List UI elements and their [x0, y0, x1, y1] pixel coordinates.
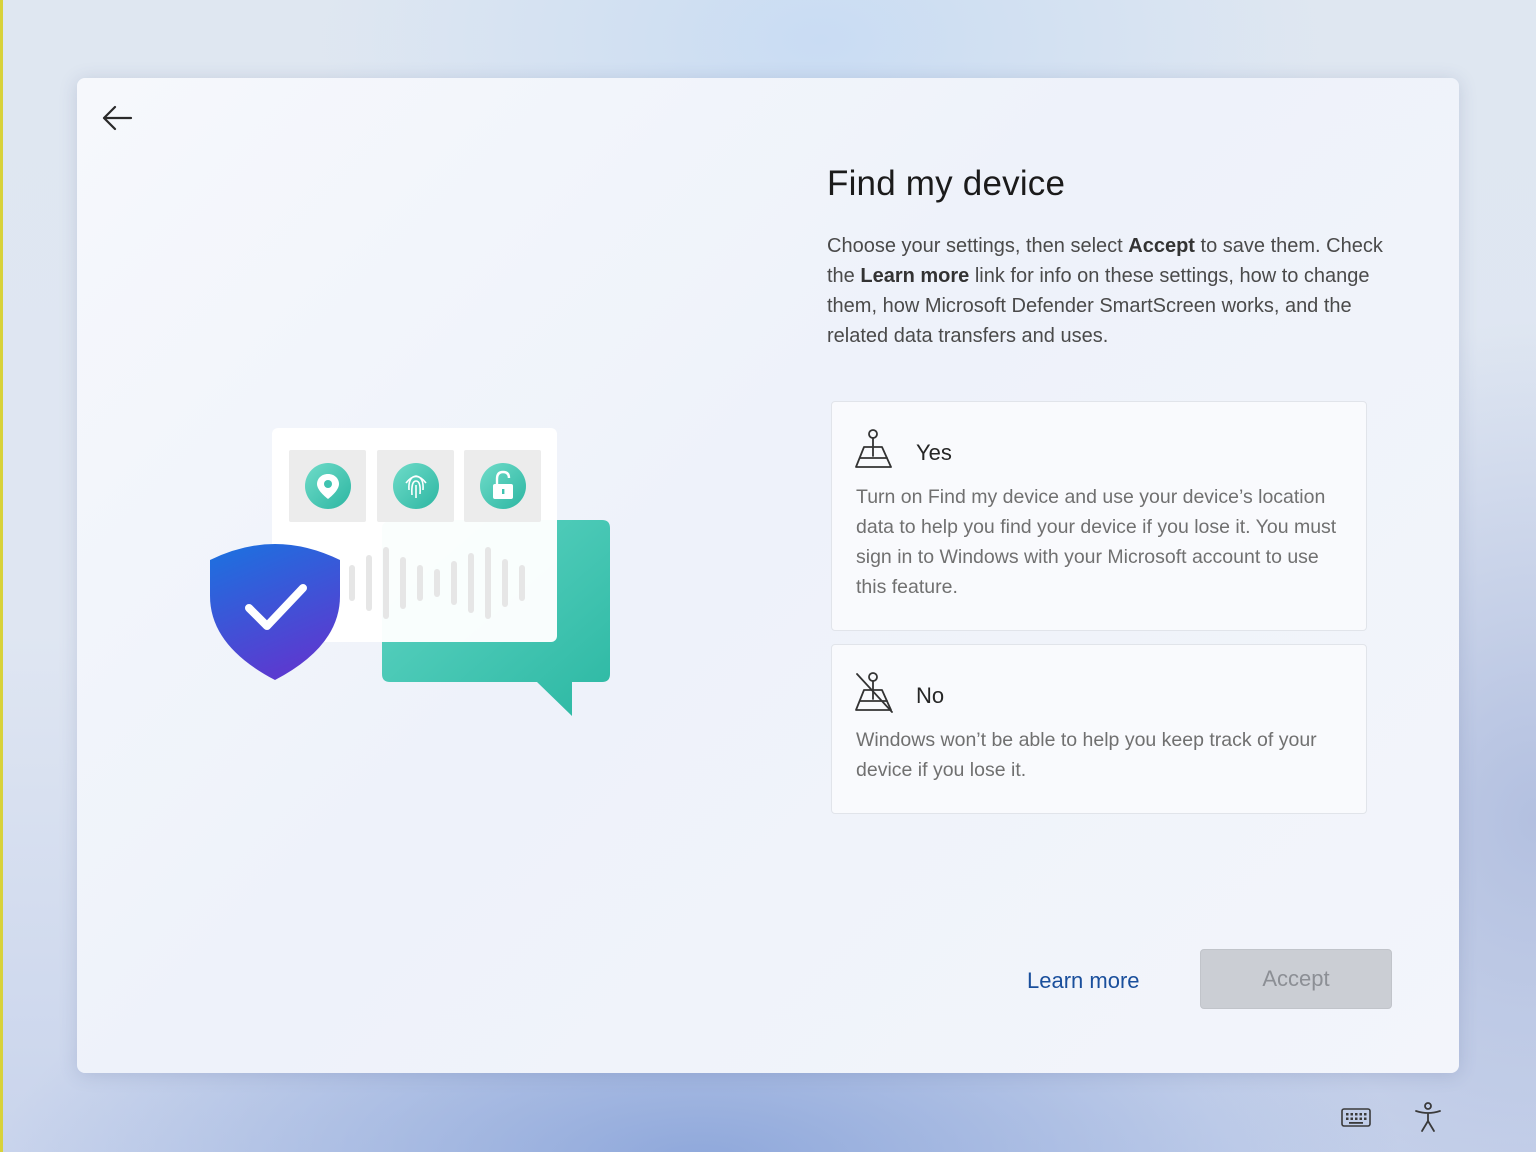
- back-arrow-icon: [102, 105, 133, 131]
- device-security-illustration: [210, 428, 610, 716]
- option-no-description: Windows won’t be able to help you keep t…: [856, 729, 1317, 781]
- accessibility-icon[interactable]: [1413, 1101, 1443, 1133]
- unlock-icon: [480, 463, 526, 509]
- page-title: Find my device: [827, 164, 1066, 203]
- page-description: Choose your settings, then select Accept…: [827, 235, 1383, 347]
- shield-check-icon: [210, 544, 340, 680]
- back-button[interactable]: [97, 100, 137, 136]
- option-yes-label: Yes: [916, 440, 952, 465]
- location-off-icon: [855, 672, 893, 713]
- setup-dialog: Find my device Choose your settings, the…: [77, 78, 1459, 1073]
- location-pin-icon: [855, 429, 892, 468]
- option-yes[interactable]: Yes Turn on Find my device and use your …: [831, 401, 1367, 631]
- option-no-label: No: [916, 683, 945, 708]
- window-edge: [0, 0, 3, 1152]
- option-no[interactable]: No Windows won’t be able to help you kee…: [831, 644, 1367, 814]
- learn-more-link[interactable]: Learn more: [1027, 968, 1140, 994]
- fingerprint-icon: [393, 463, 439, 509]
- location-icon: [305, 463, 351, 509]
- keyboard-icon[interactable]: [1340, 1103, 1372, 1131]
- accept-button[interactable]: Accept: [1200, 949, 1392, 1009]
- option-yes-description: Turn on Find my device and use your devi…: [856, 486, 1337, 598]
